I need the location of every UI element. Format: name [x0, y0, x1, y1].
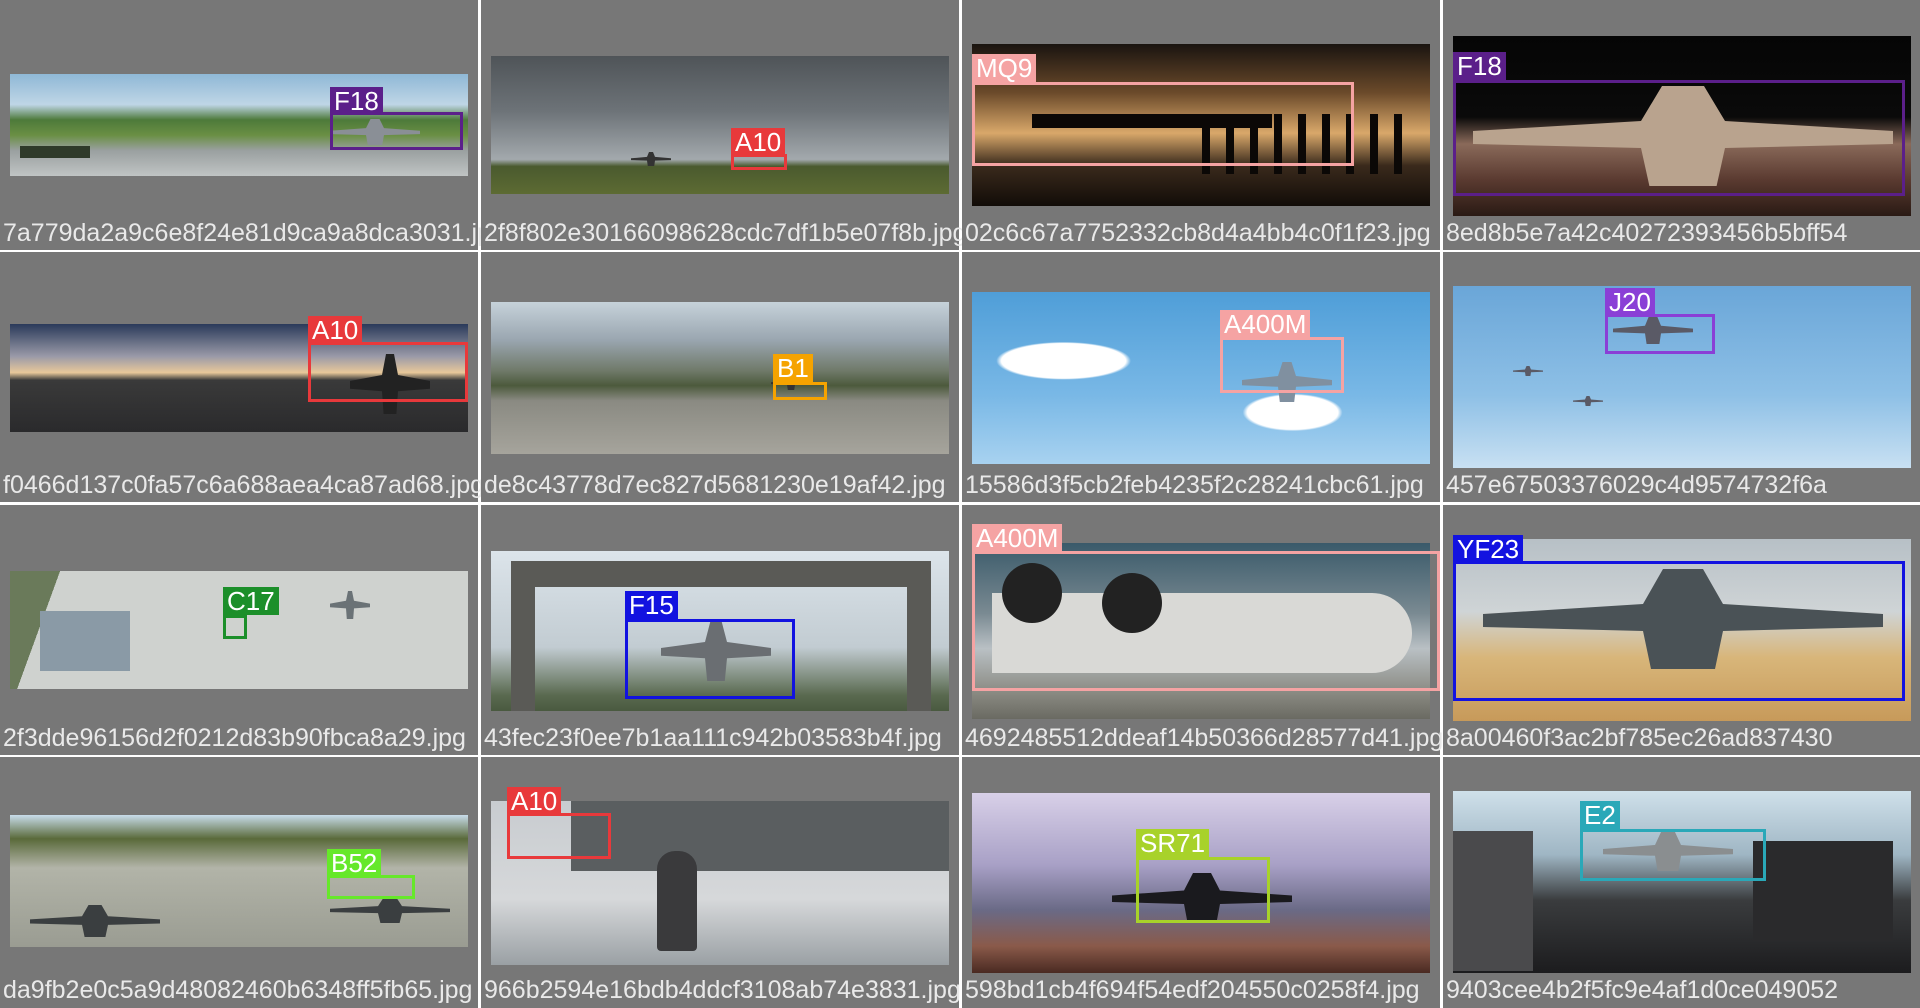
arch-leg	[511, 561, 535, 711]
detection-label: A10	[308, 316, 363, 344]
jet-silhouette	[1513, 366, 1543, 376]
jet-silhouette	[330, 591, 370, 619]
detection-box	[308, 342, 468, 402]
detection-label: F18	[1453, 52, 1506, 80]
detection-label: A10	[507, 787, 562, 815]
jet-silhouette	[631, 152, 671, 166]
aircraft-photo	[972, 292, 1430, 464]
detection-box	[625, 619, 795, 699]
jet-silhouette	[330, 897, 450, 923]
mosaic-cell: J20 457e67503376029c4d9574732f6a	[1443, 252, 1920, 502]
detection-label: SR71	[1136, 829, 1210, 857]
detection-box	[773, 382, 827, 400]
image-filename: 8ed8b5e7a42c40272393456b5bff54	[1446, 219, 1848, 247]
detection-box	[1453, 561, 1905, 701]
detection-label: F18	[330, 87, 383, 115]
image-filename: f0466d137c0fa57c6a688aea4ca87ad68.jpg	[3, 471, 483, 499]
pilot-figure	[657, 851, 697, 951]
detection-label: YF23	[1453, 535, 1524, 563]
deck-structure	[1453, 831, 1533, 971]
aircraft-photo	[491, 56, 949, 194]
mosaic-cell: F15 43fec23f0ee7b1aa111c942b03583b4f.jpg	[481, 505, 959, 755]
image-filename: de8c43778d7ec827d5681230e19af42.jpg	[484, 471, 946, 499]
image-filename: 8a00460f3ac2bf785ec26ad837430	[1446, 724, 1833, 752]
mosaic-cell: B1 de8c43778d7ec827d5681230e19af42.jpg	[481, 252, 959, 502]
mosaic-cell: C17 2f3dde96156d2f0212d83b90fbca8a29.jpg	[0, 505, 478, 755]
detection-box	[1580, 829, 1766, 881]
jet-silhouette	[1573, 396, 1603, 406]
image-filename: 4692485512ddeaf14b50366d28577d41.jpg	[965, 724, 1444, 752]
mosaic-cell: A10 966b2594e16bdb4ddcf3108ab74e3831.jpg	[481, 757, 961, 1007]
detection-box	[972, 551, 1440, 691]
mosaic-cell: SR71 598bd1cb4f694f54edf204550c0258f4.jp…	[962, 757, 1440, 1007]
detection-box	[327, 875, 415, 899]
detection-box	[1136, 857, 1270, 923]
mosaic-cell: A400M 4692485512ddeaf14b50366d28577d41.j…	[962, 505, 1443, 755]
detection-box	[972, 82, 1354, 166]
mosaic-cell: B52 da9fb2e0c5a9d48082460b6348ff5fb65.jp…	[0, 757, 478, 1007]
mosaic-cell: A400M 15586d3f5cb2feb4235f2c28241cbc61.j…	[962, 252, 1440, 502]
detection-label: B52	[327, 849, 382, 877]
image-filename: 2f3dde96156d2f0212d83b90fbca8a29.jpg	[3, 724, 466, 752]
detection-label: A400M	[1220, 310, 1311, 338]
image-filename: 457e67503376029c4d9574732f6a	[1446, 471, 1827, 499]
mosaic-cell: YF23 8a00460f3ac2bf785ec26ad837430	[1443, 505, 1920, 755]
image-filename: 2f8f802e30166098628cdc7df1b5e07f8b.jpg	[484, 219, 964, 247]
arch-leg	[907, 561, 931, 711]
detection-label: E2	[1580, 801, 1620, 829]
detection-label: C17	[223, 587, 279, 615]
image-filename: da9fb2e0c5a9d48082460b6348ff5fb65.jpg	[3, 976, 473, 1004]
mosaic-cell: MQ9 02c6c67a7752332cb8d4a4bb4c0f1f23.jpg	[962, 0, 1440, 250]
detection-box	[1605, 314, 1715, 354]
aircraft-photo	[1453, 791, 1911, 973]
mosaic-cell: A10 f0466d137c0fa57c6a688aea4ca87ad68.jp…	[0, 252, 483, 502]
aircraft-wing	[571, 801, 949, 871]
image-filename: 02c6c67a7752332cb8d4a4bb4c0f1f23.jpg	[965, 219, 1431, 247]
vehicle-silhouette	[20, 146, 90, 158]
detection-box	[223, 615, 247, 639]
crew-group	[1753, 841, 1893, 941]
mosaic-cell: F18 7a779da2a9c6e8f24e81d9ca9a8dca3031.j…	[0, 0, 483, 250]
hangar-roof	[40, 611, 130, 671]
image-filename: 43fec23f0ee7b1aa111c942b03583b4f.jpg	[484, 724, 942, 752]
mosaic-cell: E2 9403cee4b2f5fc9e4af1d0ce049052	[1443, 757, 1920, 1007]
detection-box	[330, 112, 463, 150]
detection-box	[1453, 80, 1905, 196]
detection-label: F15	[625, 591, 678, 619]
aircraft-photo	[491, 302, 949, 454]
detection-label: J20	[1605, 288, 1655, 316]
detection-label: A10	[731, 128, 786, 156]
image-filename: 966b2594e16bdb4ddcf3108ab74e3831.jpg	[484, 976, 961, 1004]
image-filename: 15586d3f5cb2feb4235f2c28241cbc61.jpg	[965, 471, 1424, 499]
image-filename: 7a779da2a9c6e8f24e81d9ca9a8dca3031.jpg	[3, 219, 483, 247]
mosaic-cell: F18 8ed8b5e7a42c40272393456b5bff54	[1443, 0, 1920, 250]
jet-silhouette	[30, 905, 160, 937]
image-filename: 598bd1cb4f694f54edf204550c0258f4.jpg	[965, 976, 1420, 1004]
detection-box	[507, 813, 611, 859]
detection-label: A400M	[972, 524, 1063, 552]
detection-label: MQ9	[972, 54, 1037, 82]
mosaic-cell: A10 2f8f802e30166098628cdc7df1b5e07f8b.j…	[481, 0, 964, 250]
arch-top	[511, 561, 931, 587]
image-filename: 9403cee4b2f5fc9e4af1d0ce049052	[1446, 976, 1839, 1004]
detection-label: B1	[773, 354, 813, 382]
detection-box	[1220, 337, 1344, 393]
